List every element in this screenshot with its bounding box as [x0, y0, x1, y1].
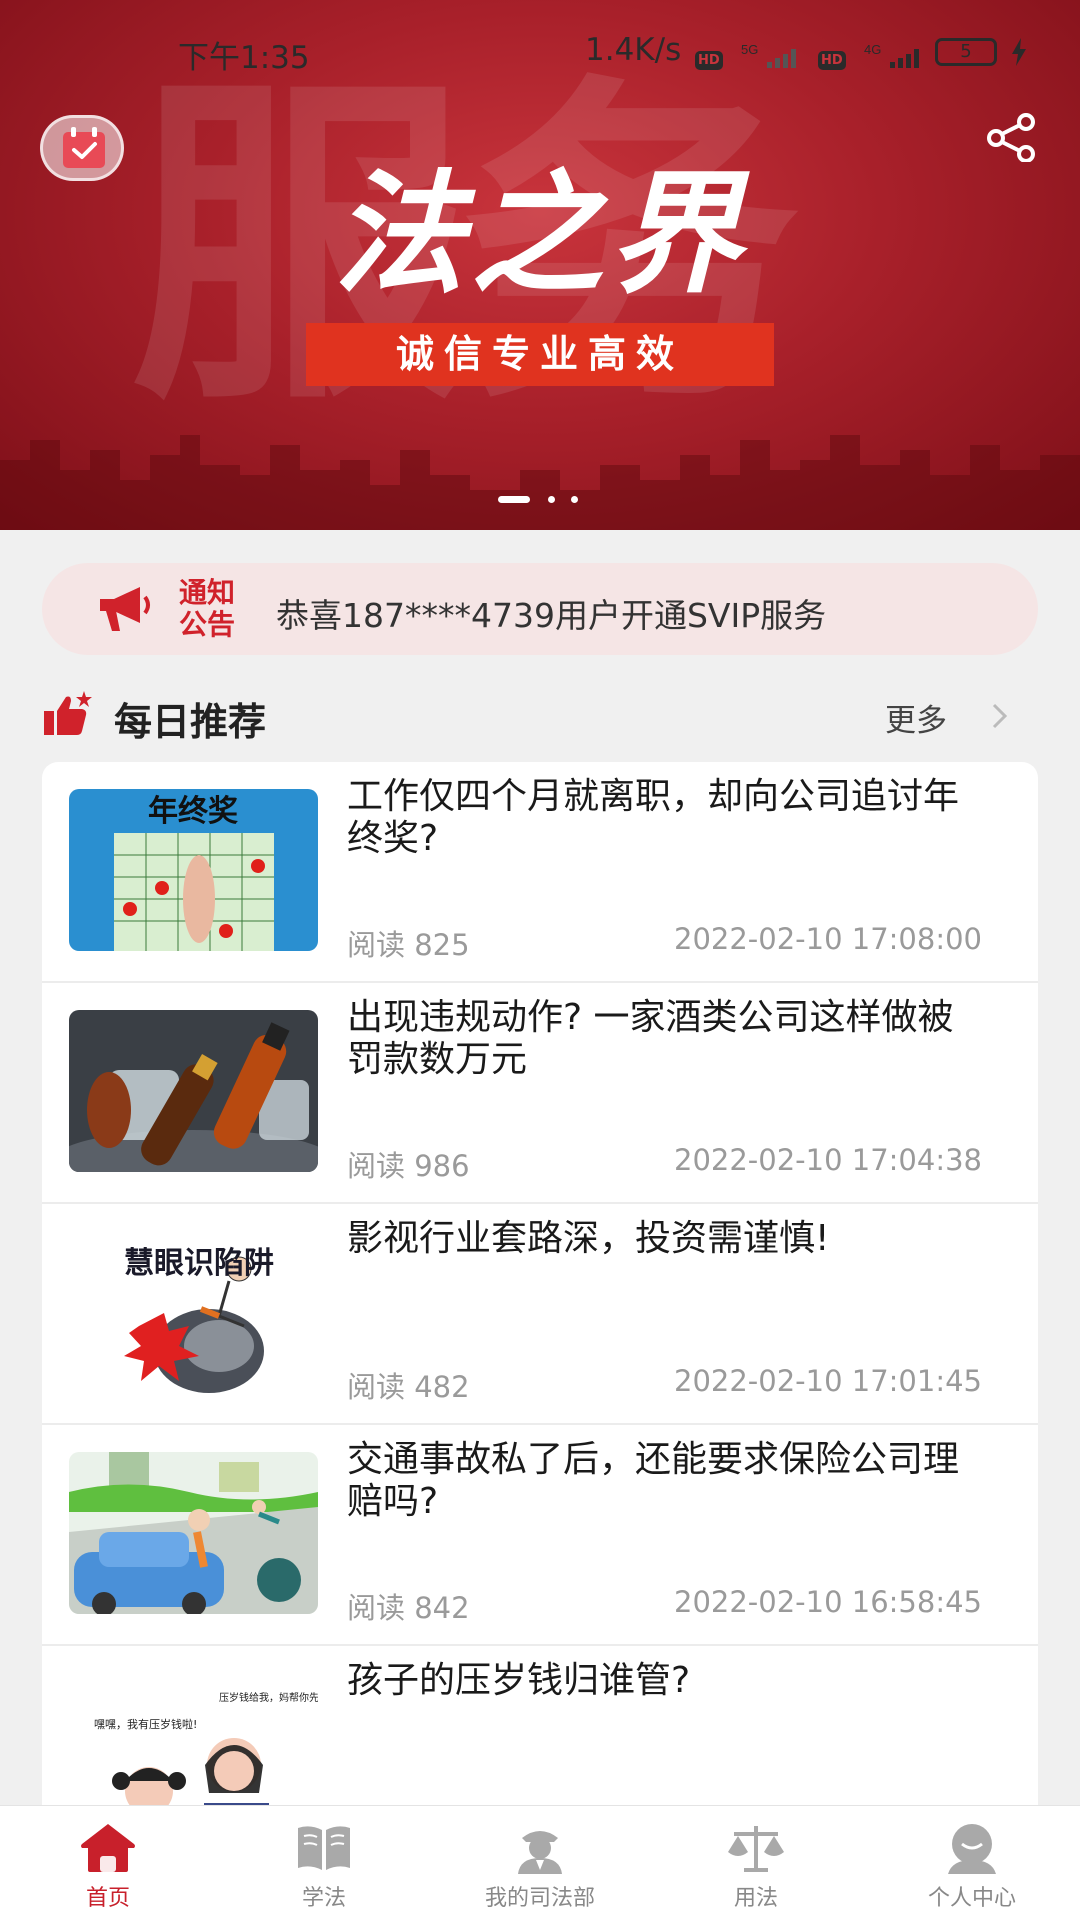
- article-title: 孩子的压岁钱归谁管?: [347, 1660, 691, 1701]
- signal-icon: HD 5G: [695, 36, 809, 72]
- list-item[interactable]: 交通事故私了后，还能要求保险公司理赔吗? 阅读 842 2022-02-10 1…: [42, 1425, 1038, 1646]
- read-count: 阅读 825: [347, 928, 470, 962]
- nav-label: 用法: [733, 1886, 778, 1911]
- list-item[interactable]: 慧眼识陷阱 影视行业套路深，投资需谨慎! 阅读 482 2022-02-10 1…: [42, 1204, 1038, 1425]
- more-link[interactable]: 更多: [885, 695, 947, 740]
- user-icon: [948, 1824, 996, 1874]
- publish-date: 2022-02-10 17:01:45: [674, 1364, 982, 1398]
- read-count: 阅读 986: [347, 1149, 470, 1183]
- daily-recommend-header: 每日推荐 更多: [0, 685, 1080, 745]
- nav-learn-law[interactable]: 学法: [216, 1806, 432, 1920]
- list-item[interactable]: 年终奖 工作仅四个月就离职，却向公司追讨年终奖? 阅读 825 2022-02-…: [42, 762, 1038, 983]
- carousel-dot-active[interactable]: [498, 496, 530, 503]
- svg-text:慧眼识陷阱: 慧眼识陷阱: [124, 1246, 274, 1281]
- svg-text:嘿嘿，我有压岁钱啦!: 嘿嘿，我有压岁钱啦!: [94, 1717, 197, 1731]
- battery-icon: 5: [935, 38, 997, 66]
- nav-apply-law[interactable]: 用法: [648, 1806, 864, 1920]
- article-thumbnail: [69, 1010, 318, 1172]
- home-icon: [81, 1824, 135, 1872]
- publish-date: 2022-02-10 17:04:38: [674, 1143, 982, 1177]
- notice-bar[interactable]: 通知 公告 恭喜187****4739用户开通SVIP服务: [42, 563, 1038, 655]
- nav-personal-center[interactable]: 个人中心: [864, 1806, 1080, 1920]
- publish-date: 2022-02-10 16:58:45: [674, 1585, 982, 1619]
- status-time: 下午1:35: [178, 40, 310, 76]
- section-title: 每日推荐: [114, 700, 267, 744]
- city-skyline-decoration: [0, 435, 1080, 530]
- charging-icon: [1012, 38, 1026, 66]
- article-thumbnail: 嘿嘿，我有压岁钱啦! 压岁钱给我，妈帮你先存着。: [69, 1673, 318, 1805]
- officer-icon: [518, 1831, 562, 1874]
- article-list: 年终奖 工作仅四个月就离职，却向公司追讨年终奖? 阅读 825 2022-02-…: [42, 762, 1038, 1805]
- signal-icon: HD 4G: [818, 36, 932, 72]
- article-title: 出现违规动作? 一家酒类公司这样做被罚款数万元: [347, 997, 954, 1080]
- status-bar: 下午1:35 1.4K/s HD 5G HD 4G 5: [0, 28, 1080, 76]
- notice-text: 恭喜187****4739用户开通SVIP服务: [276, 596, 827, 635]
- nav-label: 首页: [85, 1886, 130, 1911]
- network-speed: 1.4K/s: [585, 32, 682, 68]
- banner-carousel[interactable]: 服务 下午1:35 1.4K/s HD 5G HD 4G 5 法之界 诚信专业高…: [0, 0, 1080, 530]
- svg-text:压岁钱给我，妈帮你先存着。: 压岁钱给我，妈帮你先存着。: [219, 1691, 318, 1704]
- megaphone-icon: [100, 587, 150, 631]
- bottom-nav: 首页 学法 我的司法部 用法 个人中心: [0, 1805, 1080, 1920]
- list-item[interactable]: 出现违规动作? 一家酒类公司这样做被罚款数万元 阅读 986 2022-02-1…: [42, 983, 1038, 1204]
- article-thumbnail: 慧眼识陷阱: [69, 1231, 318, 1393]
- svg-text:5G: 5G: [741, 42, 758, 57]
- thumbs-up-icon: [44, 691, 92, 735]
- read-count: 阅读 842: [347, 1591, 470, 1625]
- article-thumbnail: [69, 1452, 318, 1614]
- article-title: 影视行业套路深，投资需谨慎!: [347, 1218, 830, 1259]
- article-thumbnail: 年终奖: [69, 789, 318, 951]
- nav-label: 个人中心: [927, 1886, 1016, 1911]
- nav-label: 学法: [301, 1886, 346, 1911]
- carousel-dot[interactable]: [571, 496, 578, 503]
- book-icon: [298, 1826, 350, 1870]
- svg-text:4G: 4G: [864, 42, 881, 57]
- banner-title: 法之界: [333, 158, 747, 312]
- chevron-right-icon[interactable]: [990, 701, 1010, 731]
- scales-icon: [728, 1826, 784, 1872]
- nav-home[interactable]: 首页: [0, 1806, 216, 1920]
- publish-date: 2022-02-10 17:08:00: [674, 922, 982, 956]
- read-count: 阅读 482: [347, 1370, 470, 1404]
- banner-slogan: 诚信专业高效: [306, 323, 774, 386]
- svg-text:年终奖: 年终奖: [148, 794, 238, 829]
- nav-my-justice-dept[interactable]: 我的司法部: [432, 1806, 648, 1920]
- nav-label: 我的司法部: [484, 1886, 595, 1911]
- carousel-dot[interactable]: [548, 496, 555, 503]
- notice-tag: 通知 公告: [178, 576, 235, 641]
- list-item[interactable]: 嘿嘿，我有压岁钱啦! 压岁钱给我，妈帮你先存着。 孩子的压岁钱归谁管?: [42, 1646, 1038, 1805]
- article-title: 交通事故私了后，还能要求保险公司理赔吗?: [347, 1439, 960, 1522]
- article-title: 工作仅四个月就离职，却向公司追讨年终奖?: [347, 776, 960, 859]
